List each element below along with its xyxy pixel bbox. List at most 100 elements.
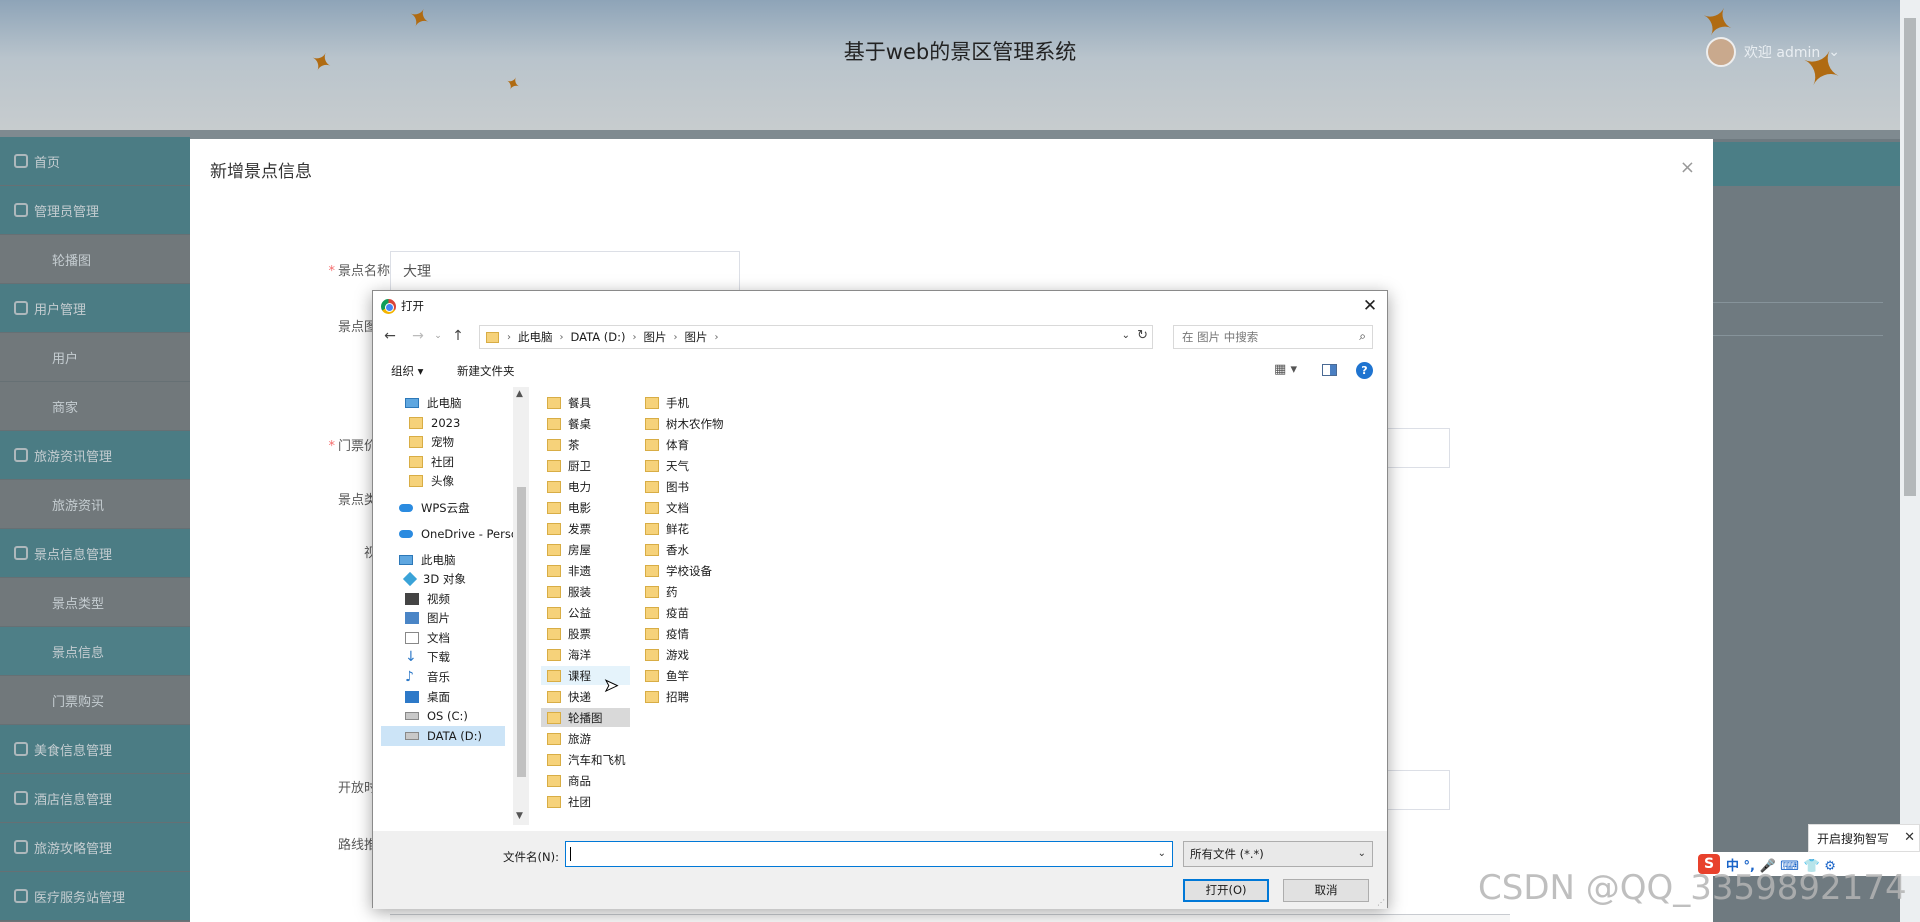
folder-item[interactable]: 社团: [541, 792, 630, 811]
folder-item[interactable]: 药: [639, 582, 739, 601]
breadcrumb-item[interactable]: 图片: [684, 329, 707, 345]
folder-item[interactable]: 旅游: [541, 729, 630, 748]
folder-item[interactable]: 餐桌: [541, 414, 630, 433]
nav-item[interactable]: 文档: [405, 628, 450, 648]
folder-item[interactable]: 茶: [541, 435, 630, 454]
nav-item[interactable]: DATA (D:): [381, 726, 505, 746]
sidebar-group[interactable]: 酒店信息管理: [0, 774, 190, 823]
sidebar-item[interactable]: 旅游资讯: [0, 480, 190, 529]
nav-item[interactable]: 宠物: [409, 432, 454, 452]
chevron-down-icon[interactable]: ⌄: [1122, 330, 1130, 341]
preview-pane-icon[interactable]: [1322, 364, 1337, 376]
back-arrow-icon[interactable]: ←: [381, 328, 399, 344]
sidebar-group[interactable]: 旅游资讯管理: [0, 431, 190, 480]
nav-item[interactable]: 此电脑: [399, 550, 456, 570]
sidebar-group[interactable]: 管理员管理: [0, 186, 190, 235]
breadcrumb-item[interactable]: 图片: [643, 329, 666, 345]
folder-item[interactable]: 房屋: [541, 540, 630, 559]
nav-item[interactable]: WPS云盘: [399, 498, 470, 518]
open-time-input[interactable]: [1387, 770, 1450, 810]
nav-item[interactable]: 头像: [409, 471, 454, 491]
refresh-icon[interactable]: ↻: [1137, 328, 1148, 343]
sogou-smart-write-tip[interactable]: 开启搜狗智写 ✕: [1808, 824, 1920, 852]
page-scrollbar[interactable]: [1900, 0, 1920, 922]
sidebar-group[interactable]: 医疗服务站管理: [0, 872, 190, 921]
folder-item[interactable]: 电力: [541, 477, 630, 496]
nav-item[interactable]: 图片: [405, 608, 450, 628]
nav-scrollbar[interactable]: ▲ ▼: [513, 387, 529, 825]
filetype-select[interactable]: 所有文件 (*.*) ⌄: [1183, 841, 1373, 867]
folder-item[interactable]: 海洋: [541, 645, 630, 664]
scroll-up-icon[interactable]: ▲: [516, 389, 523, 399]
folder-item[interactable]: 轮播图: [541, 708, 630, 727]
open-button[interactable]: 打开(O): [1183, 879, 1269, 902]
help-icon[interactable]: ?: [1356, 362, 1373, 379]
nav-item[interactable]: 社团: [409, 452, 454, 472]
sidebar-group[interactable]: 旅游攻略管理: [0, 823, 190, 872]
folder-item[interactable]: 文档: [639, 498, 739, 517]
nav-scrollbar-thumb[interactable]: [517, 487, 526, 777]
nav-item[interactable]: ↓ 下载: [405, 647, 450, 667]
nav-item[interactable]: OS (C:): [405, 706, 468, 726]
sidebar-item[interactable]: 轮播图: [0, 235, 190, 284]
folder-item[interactable]: 招聘: [639, 687, 739, 706]
sidebar-group[interactable]: 美食信息管理: [0, 725, 190, 774]
sidebar-item[interactable]: 景点类型: [0, 578, 190, 627]
folder-item[interactable]: 学校设备: [639, 561, 739, 580]
dialog-titlebar[interactable]: 打开: [373, 291, 1387, 321]
chevron-down-icon[interactable]: ⌄: [1158, 848, 1166, 859]
filename-input[interactable]: ⌄: [565, 841, 1173, 867]
nav-item[interactable]: 桌面: [405, 687, 450, 707]
folder-item[interactable]: 股票: [541, 624, 630, 643]
breadcrumb-item[interactable]: DATA (D:): [571, 330, 626, 344]
folder-item[interactable]: 厨卫: [541, 456, 630, 475]
close-icon[interactable]: ✕: [1904, 830, 1915, 845]
nav-item[interactable]: ♪ 音乐: [405, 667, 450, 687]
price-input[interactable]: [1387, 428, 1450, 468]
sidebar-item[interactable]: 商家: [0, 382, 190, 431]
folder-item[interactable]: 香水: [639, 540, 739, 559]
folder-item[interactable]: 鱼竿: [639, 666, 739, 685]
folder-item[interactable]: 天气: [639, 456, 739, 475]
sidebar-item[interactable]: 门票购买: [0, 676, 190, 725]
sidebar-group[interactable]: 景点信息管理: [0, 529, 190, 578]
nav-item[interactable]: 视频: [405, 589, 450, 609]
sidebar-group[interactable]: 用户管理: [0, 284, 190, 333]
folder-item[interactable]: 汽车和飞机: [541, 750, 630, 769]
sidebar-item[interactable]: 景点信息: [0, 627, 190, 676]
folder-item[interactable]: 鲜花: [639, 519, 739, 538]
folder-item[interactable]: 疫苗: [639, 603, 739, 622]
name-input[interactable]: 大理: [390, 251, 740, 291]
folder-item[interactable]: 疫情: [639, 624, 739, 643]
page-scrollbar-thumb[interactable]: [1904, 18, 1916, 496]
folder-item[interactable]: 服装: [541, 582, 630, 601]
scroll-down-icon[interactable]: ▼: [516, 811, 523, 821]
folder-item[interactable]: 商品: [541, 771, 630, 790]
close-icon[interactable]: ✕: [1359, 295, 1381, 317]
folder-item[interactable]: 发票: [541, 519, 630, 538]
up-arrow-icon[interactable]: ↑: [449, 328, 467, 344]
address-bar[interactable]: › 此电脑 › DATA (D:) › 图片 › 图片 › ⌄ ↻: [479, 325, 1153, 349]
folder-item[interactable]: 树木农作物: [639, 414, 739, 433]
resize-grip-icon[interactable]: ⋰: [1377, 898, 1385, 907]
sidebar-group[interactable]: 首页: [0, 137, 190, 186]
sidebar-item[interactable]: 用户: [0, 333, 190, 382]
view-options-icon[interactable]: ▦ ▾: [1274, 362, 1297, 377]
folder-item[interactable]: 餐具: [541, 393, 630, 412]
nav-item[interactable]: OneDrive - Perso: [399, 524, 518, 544]
nav-item[interactable]: 2023: [409, 413, 460, 433]
search-input[interactable]: 在 图片 中搜索 ⌕: [1173, 325, 1373, 349]
folder-item[interactable]: 公益: [541, 603, 630, 622]
breadcrumb-item[interactable]: 此电脑: [518, 329, 553, 345]
folder-item[interactable]: 手机: [639, 393, 739, 412]
folder-item[interactable]: 游戏: [639, 645, 739, 664]
organize-button[interactable]: 组织 ▾: [391, 363, 423, 379]
nav-item[interactable]: 3D 对象: [402, 569, 466, 589]
forward-arrow-icon[interactable]: →: [409, 328, 427, 344]
folder-item[interactable]: 体育: [639, 435, 739, 454]
new-folder-button[interactable]: 新建文件夹: [457, 363, 515, 379]
nav-item[interactable]: 此电脑📌: [405, 393, 462, 413]
folder-item[interactable]: 图书: [639, 477, 739, 496]
user-menu[interactable]: 欢迎 admin ⌄: [1705, 37, 1840, 67]
close-icon[interactable]: ×: [1680, 157, 1695, 178]
